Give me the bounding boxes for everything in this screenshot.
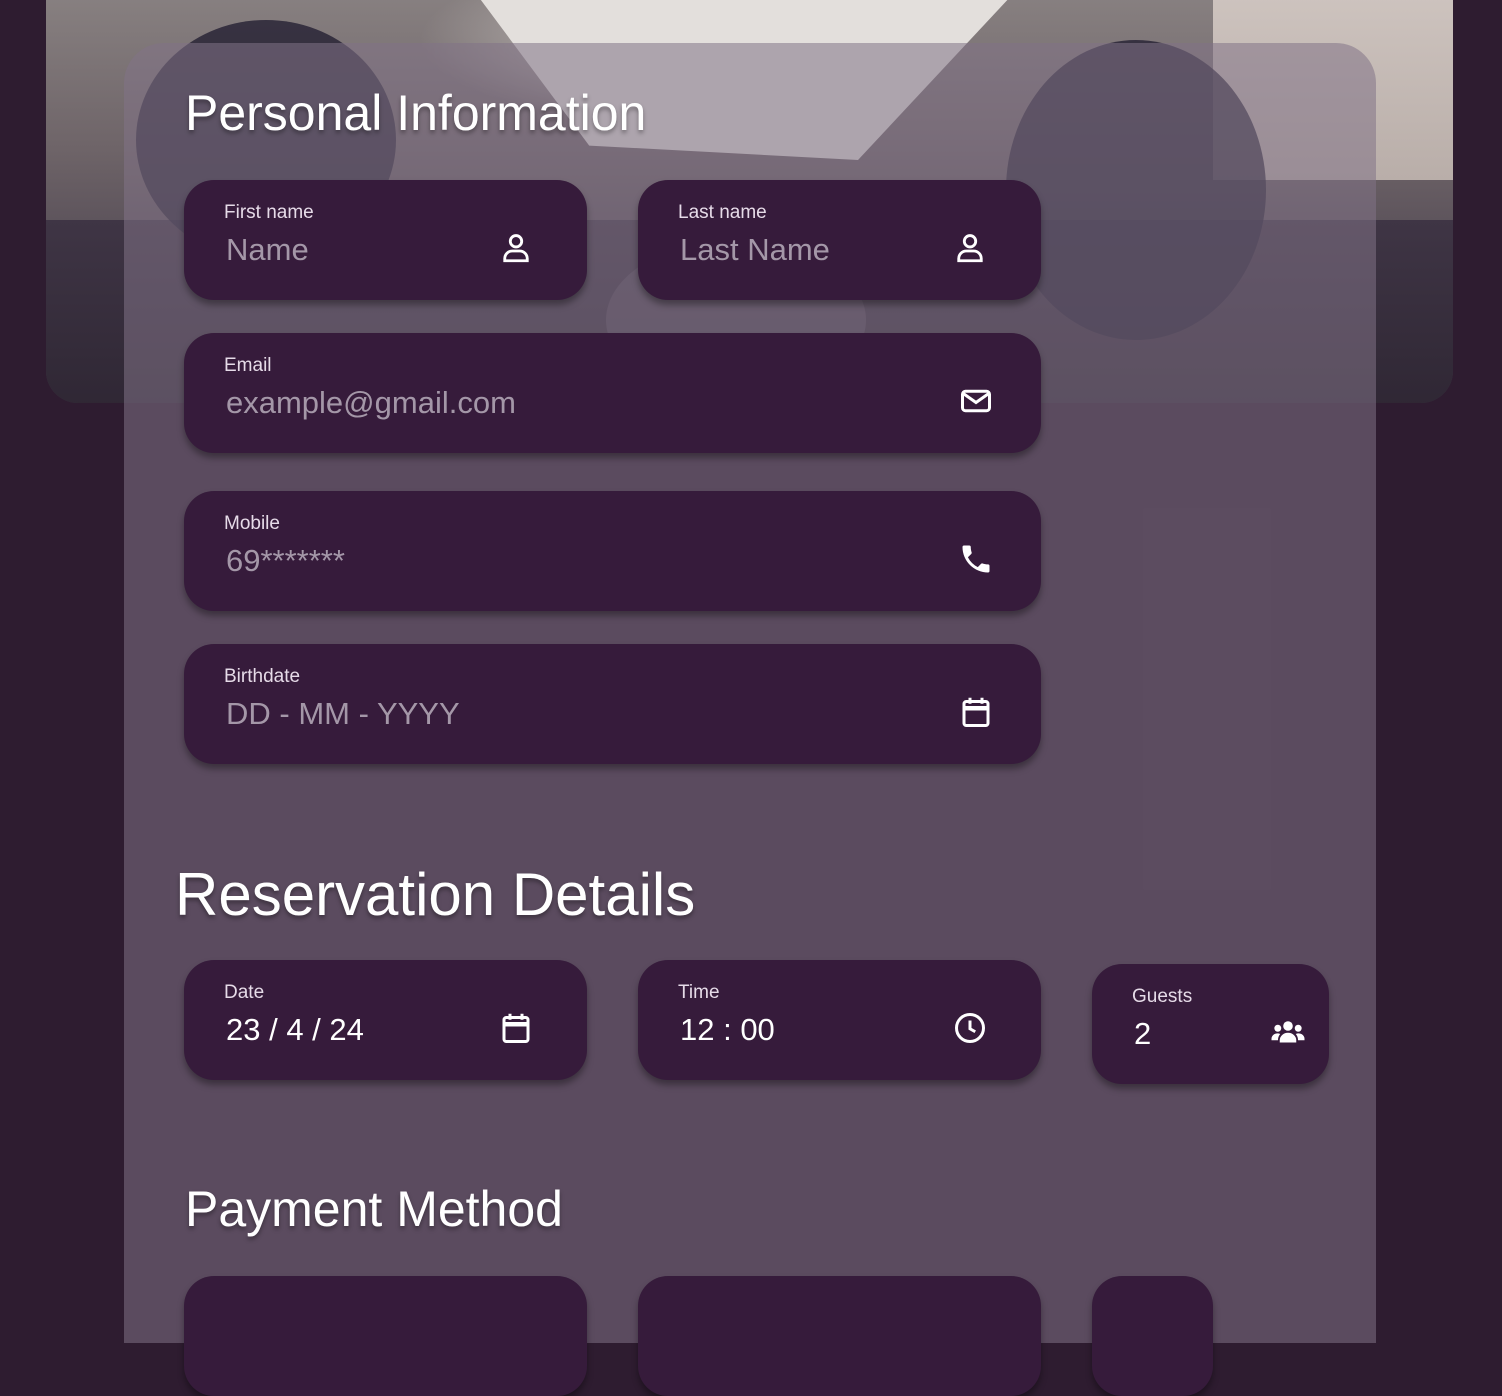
payment-option-2[interactable] (638, 1276, 1041, 1396)
calendar-icon[interactable] (498, 1010, 534, 1046)
calendar-icon[interactable] (958, 694, 994, 730)
last-name-field[interactable]: Last name Last Name (638, 180, 1041, 300)
first-name-input[interactable]: Name (226, 232, 309, 268)
birthdate-label: Birthdate (224, 666, 301, 687)
guests-input[interactable]: 2 (1134, 1016, 1151, 1052)
mobile-field[interactable]: Mobile 69******* (184, 491, 1041, 611)
first-name-label: First name (224, 202, 314, 223)
date-label: Date (224, 982, 265, 1003)
guests-label: Guests (1132, 986, 1193, 1007)
envelope-icon (958, 383, 994, 419)
first-name-field[interactable]: First name Name (184, 180, 587, 300)
group-icon (1270, 1014, 1306, 1050)
date-field[interactable]: Date 23 / 4 / 24 (184, 960, 587, 1080)
personal-information-title: Personal Information (185, 85, 647, 141)
mobile-input[interactable]: 69******* (226, 543, 345, 579)
reservation-details-title: Reservation Details (175, 861, 696, 928)
clock-icon[interactable] (952, 1010, 988, 1046)
date-input[interactable]: 23 / 4 / 24 (226, 1012, 364, 1048)
birthdate-field[interactable]: Birthdate DD - MM - YYYY (184, 644, 1041, 764)
birthdate-input[interactable]: DD - MM - YYYY (226, 696, 460, 732)
guests-field[interactable]: Guests 2 (1092, 964, 1329, 1084)
phone-icon (958, 541, 994, 577)
payment-method-title: Payment Method (185, 1181, 563, 1237)
mobile-label: Mobile (224, 513, 280, 534)
time-input[interactable]: 12 : 00 (680, 1012, 775, 1048)
time-label: Time (678, 982, 720, 1003)
email-label: Email (224, 355, 272, 376)
person-icon (952, 230, 988, 266)
time-field[interactable]: Time 12 : 00 (638, 960, 1041, 1080)
payment-option-1[interactable] (184, 1276, 587, 1396)
last-name-label: Last name (678, 202, 767, 223)
person-icon (498, 230, 534, 266)
email-field[interactable]: Email example@gmail.com (184, 333, 1041, 453)
last-name-input[interactable]: Last Name (680, 232, 830, 268)
email-input[interactable]: example@gmail.com (226, 385, 516, 421)
payment-option-3[interactable] (1092, 1276, 1213, 1396)
